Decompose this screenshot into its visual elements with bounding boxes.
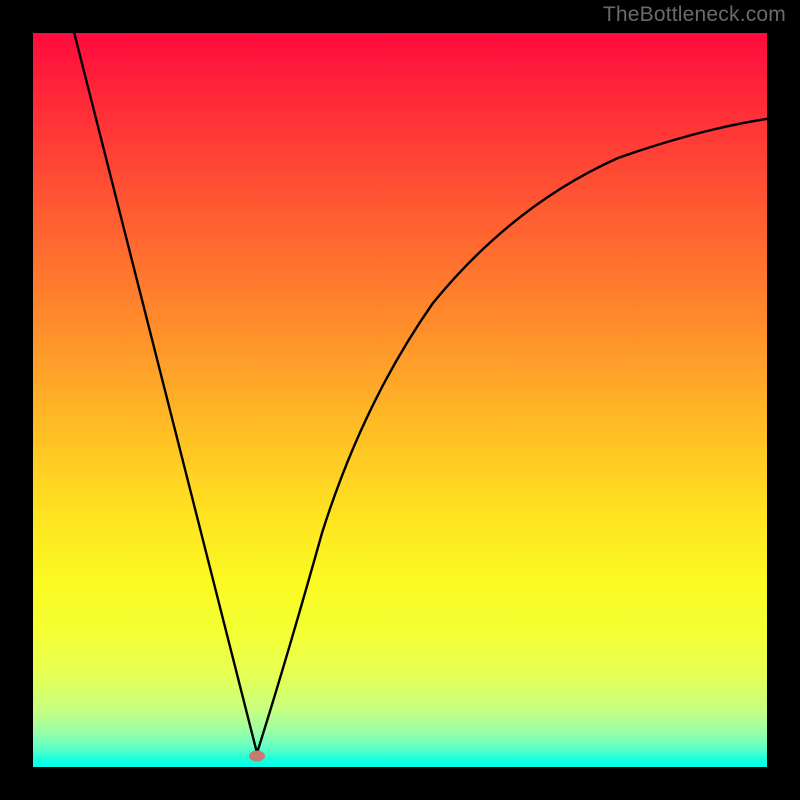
plot-area [33,33,767,767]
watermark-text: TheBottleneck.com [603,3,786,27]
curve-right-branch [257,118,767,753]
optimum-marker [249,751,265,762]
curve-left-branch [73,33,257,753]
chart-frame: TheBottleneck.com [0,0,800,800]
bottleneck-curve [33,33,767,767]
